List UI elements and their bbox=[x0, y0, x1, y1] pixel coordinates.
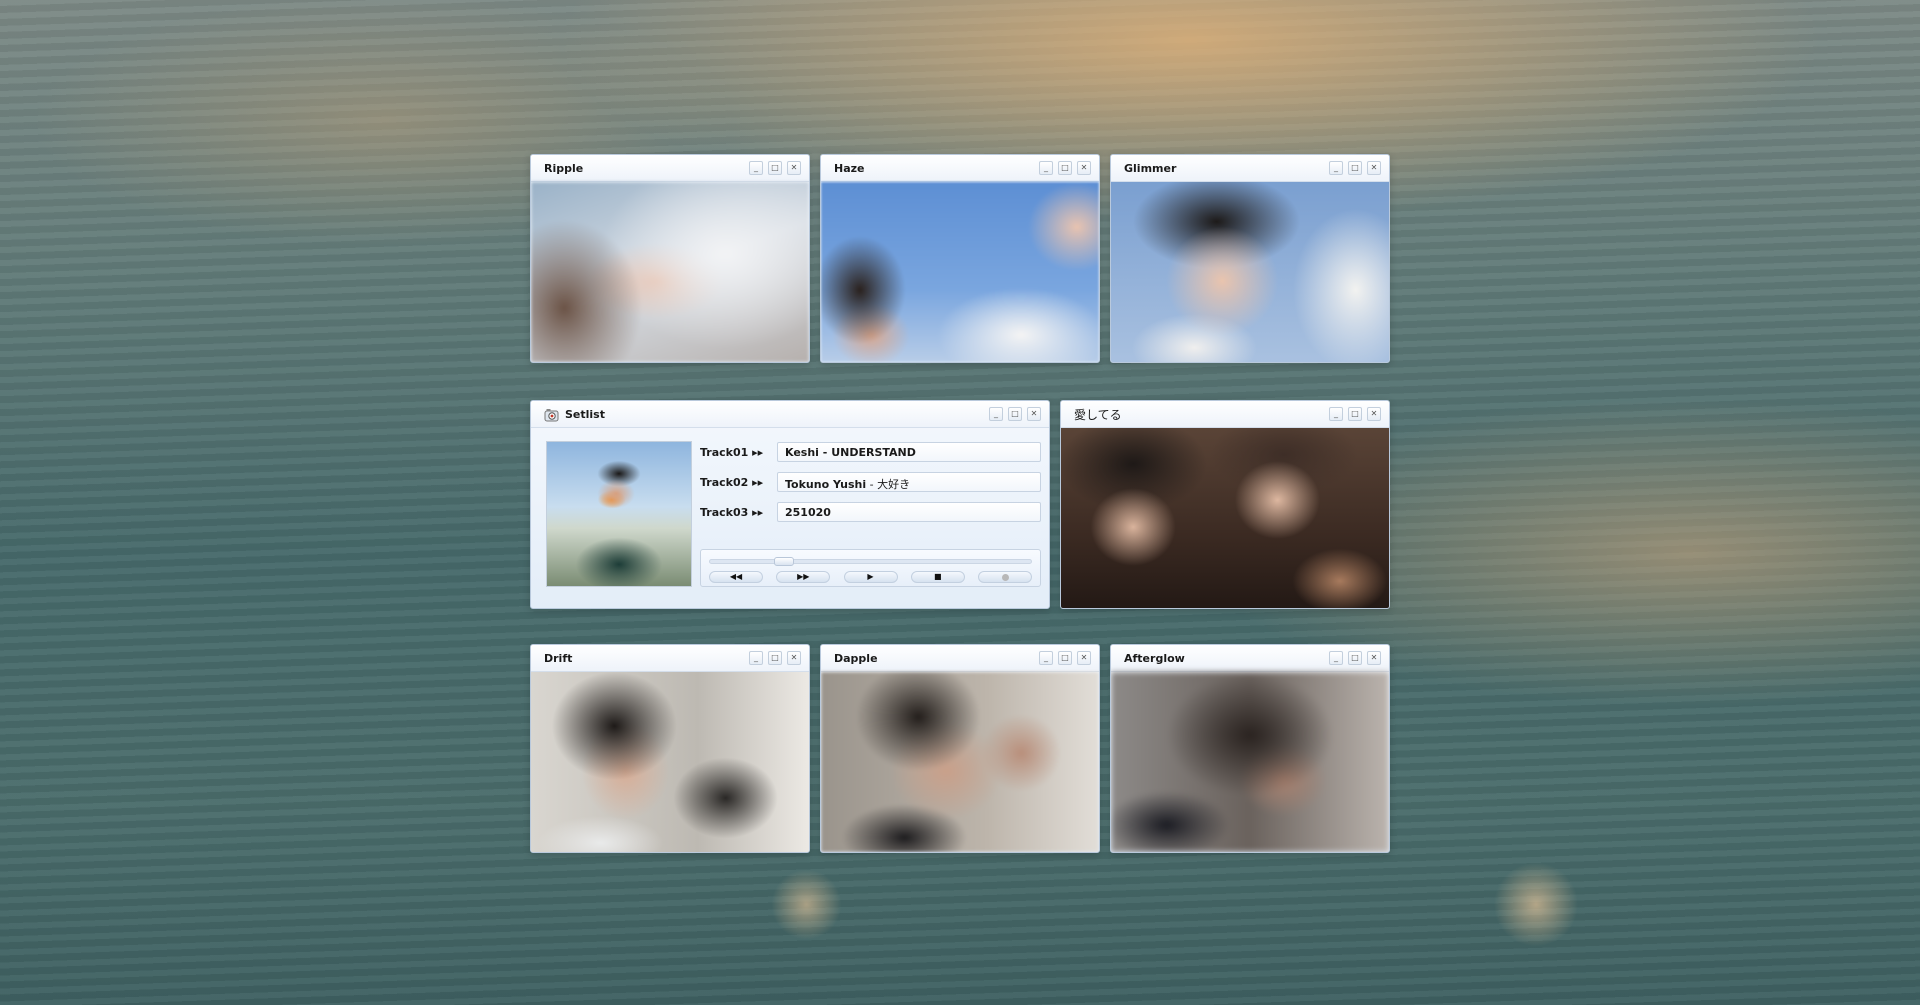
maximize-icon[interactable]: □ bbox=[1348, 161, 1362, 175]
track-field[interactable]: Keshi - UNDERSTAND bbox=[777, 442, 1041, 462]
titlebar[interactable]: Drift _ □ ✕ bbox=[531, 645, 809, 672]
maximize-icon[interactable]: □ bbox=[768, 651, 782, 665]
window-title: Drift bbox=[544, 651, 573, 665]
minimize-icon[interactable]: _ bbox=[1329, 161, 1343, 175]
track-artist: Keshi bbox=[785, 446, 819, 459]
track-list: Track01 ▸▸ Keshi - UNDERSTAND Track02 ▸▸… bbox=[700, 441, 1041, 531]
window-photo bbox=[821, 182, 1099, 362]
minimize-icon[interactable]: _ bbox=[989, 407, 1003, 421]
window-photo bbox=[531, 672, 809, 852]
close-icon[interactable]: ✕ bbox=[1367, 407, 1381, 421]
track-label: Track03 ▸▸ bbox=[700, 505, 764, 519]
camera-icon bbox=[544, 407, 559, 422]
record-button[interactable] bbox=[978, 571, 1032, 583]
minimize-icon[interactable]: _ bbox=[749, 651, 763, 665]
track-label: Track01 ▸▸ bbox=[700, 445, 764, 459]
window-title: Ripple bbox=[544, 161, 584, 175]
window-setlist[interactable]: Setlist _ □ ✕ Track01 ▸▸ Keshi - UNDERST… bbox=[530, 400, 1050, 609]
album-cover bbox=[546, 441, 692, 587]
window-photo bbox=[531, 182, 809, 362]
track-row[interactable]: Track02 ▸▸ Tokuno Yushi - 大好き bbox=[700, 471, 1041, 493]
window-photo bbox=[1111, 182, 1389, 362]
close-icon[interactable]: ✕ bbox=[787, 161, 801, 175]
track-label: Track02 ▸▸ bbox=[700, 475, 764, 489]
minimize-icon[interactable]: _ bbox=[1039, 651, 1053, 665]
titlebar[interactable]: Setlist _ □ ✕ bbox=[531, 401, 1049, 428]
minimize-icon[interactable]: _ bbox=[749, 161, 763, 175]
close-icon[interactable]: ✕ bbox=[1027, 407, 1041, 421]
track-artist: Tokuno Yushi bbox=[785, 478, 867, 491]
titlebar[interactable]: Dapple _ □ ✕ bbox=[821, 645, 1099, 672]
window-photo bbox=[821, 672, 1099, 852]
titlebar[interactable]: Haze _ □ ✕ bbox=[821, 155, 1099, 182]
minimize-icon[interactable]: _ bbox=[1329, 651, 1343, 665]
window-photo bbox=[1061, 428, 1389, 608]
close-icon[interactable]: ✕ bbox=[1077, 161, 1091, 175]
play-button[interactable]: ▶ bbox=[843, 571, 898, 583]
maximize-icon[interactable]: □ bbox=[1348, 651, 1362, 665]
record-dot-icon bbox=[1001, 573, 1009, 581]
maximize-icon[interactable]: □ bbox=[1058, 651, 1072, 665]
window-glimmer[interactable]: Glimmer _ □ ✕ bbox=[1110, 154, 1390, 363]
titlebar[interactable]: 愛してる _ □ ✕ bbox=[1061, 401, 1389, 428]
close-icon[interactable]: ✕ bbox=[1367, 161, 1381, 175]
track-field[interactable]: Tokuno Yushi - 大好き bbox=[777, 472, 1041, 492]
track-separator: - bbox=[866, 478, 878, 491]
seek-bar[interactable] bbox=[709, 557, 1032, 566]
rewind-button[interactable]: ◀◀ bbox=[709, 571, 763, 583]
minimize-icon[interactable]: _ bbox=[1039, 161, 1053, 175]
track-field[interactable]: 251020 bbox=[777, 502, 1041, 522]
maximize-icon[interactable]: □ bbox=[1008, 407, 1022, 421]
minimize-icon[interactable]: _ bbox=[1329, 407, 1343, 421]
window-aishiteru[interactable]: 愛してる _ □ ✕ bbox=[1060, 400, 1390, 609]
window-photo bbox=[1111, 672, 1389, 852]
window-title: Afterglow bbox=[1124, 651, 1185, 665]
maximize-icon[interactable]: □ bbox=[1348, 407, 1362, 421]
window-drift[interactable]: Drift _ □ ✕ bbox=[530, 644, 810, 853]
close-icon[interactable]: ✕ bbox=[787, 651, 801, 665]
seek-thumb[interactable] bbox=[773, 557, 794, 566]
window-dapple[interactable]: Dapple _ □ ✕ bbox=[820, 644, 1100, 853]
window-ripple[interactable]: Ripple _ □ ✕ bbox=[530, 154, 810, 363]
media-player: ◀◀ ▶▶ ▶ ■ bbox=[700, 549, 1041, 587]
track-song: UNDERSTAND bbox=[831, 446, 916, 459]
track-song: 大好き bbox=[877, 478, 911, 491]
window-afterglow[interactable]: Afterglow _ □ ✕ bbox=[1110, 644, 1390, 853]
window-title: Dapple bbox=[834, 651, 878, 665]
track-row[interactable]: Track03 ▸▸ 251020 bbox=[700, 501, 1041, 523]
track-artist: 251020 bbox=[785, 506, 831, 519]
window-title: 愛してる bbox=[1074, 407, 1122, 422]
maximize-icon[interactable]: □ bbox=[1058, 161, 1072, 175]
maximize-icon[interactable]: □ bbox=[768, 161, 782, 175]
stop-button[interactable]: ■ bbox=[910, 571, 965, 583]
fast-forward-button[interactable]: ▶▶ bbox=[776, 571, 831, 583]
close-icon[interactable]: ✕ bbox=[1367, 651, 1381, 665]
titlebar[interactable]: Glimmer _ □ ✕ bbox=[1111, 155, 1389, 182]
track-separator: - bbox=[818, 446, 832, 459]
track-row[interactable]: Track01 ▸▸ Keshi - UNDERSTAND bbox=[700, 441, 1041, 463]
titlebar[interactable]: Ripple _ □ ✕ bbox=[531, 155, 809, 182]
window-haze[interactable]: Haze _ □ ✕ bbox=[820, 154, 1100, 363]
setlist-body: Track01 ▸▸ Keshi - UNDERSTAND Track02 ▸▸… bbox=[531, 428, 1049, 608]
close-icon[interactable]: ✕ bbox=[1077, 651, 1091, 665]
player-controls: ◀◀ ▶▶ ▶ ■ bbox=[709, 571, 1032, 583]
window-title: Setlist bbox=[565, 407, 605, 421]
window-title: Haze bbox=[834, 161, 865, 175]
window-title: Glimmer bbox=[1124, 161, 1177, 175]
titlebar[interactable]: Afterglow _ □ ✕ bbox=[1111, 645, 1389, 672]
